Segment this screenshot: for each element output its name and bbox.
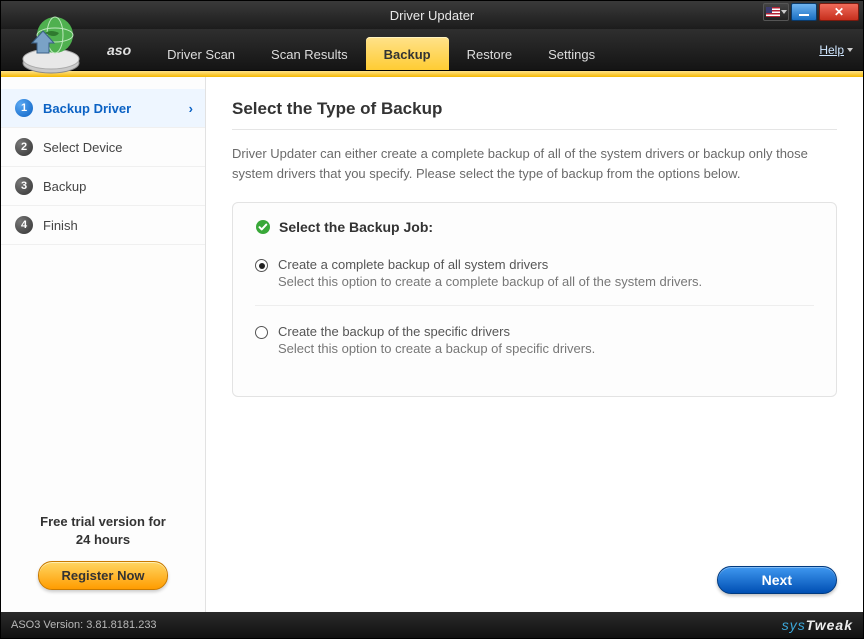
us-flag-icon [766,7,780,17]
radio-complete-backup[interactable] [255,259,268,272]
vendor-sys: sys [782,617,806,633]
trial-text: Free trial version for 24 hours [11,513,195,549]
vendor-tweak: Tweak [806,617,853,633]
help-label: Help [819,43,844,57]
minimize-icon [799,14,809,16]
backup-job-heading: Select the Backup Job: [255,219,814,235]
language-button[interactable] [763,3,789,21]
step-label: Backup Driver [43,101,131,116]
wizard-step-backup-driver[interactable]: 1 Backup Driver [1,89,205,128]
step-label: Select Device [43,140,122,155]
app-window: Driver Updater ✕ [0,0,864,639]
register-now-button[interactable]: Register Now [38,561,167,590]
page-description: Driver Updater can either create a compl… [232,144,837,184]
wizard-steps: 1 Backup Driver 2 Select Device 3 Backup… [1,77,205,245]
tab-backup[interactable]: Backup [366,37,449,70]
radio-specific-backup[interactable] [255,326,268,339]
header: aso Driver Scan Scan Results Backup Rest… [1,29,863,71]
tab-restore[interactable]: Restore [449,37,531,70]
backup-job-panel: Select the Backup Job: Create a complete… [232,202,837,397]
window-title: Driver Updater [390,8,475,23]
option-complete-backup[interactable]: Create a complete backup of all system d… [255,249,814,306]
step-label: Finish [43,218,78,233]
wizard-sidebar: 1 Backup Driver 2 Select Device 3 Backup… [1,77,206,612]
backup-job-heading-label: Select the Backup Job: [279,219,433,235]
tab-settings[interactable]: Settings [530,37,613,70]
wizard-step-backup[interactable]: 3 Backup [1,167,205,206]
main-tabs: Driver Scan Scan Results Backup Restore … [149,29,613,70]
vendor-logo: sysTweak [782,617,853,633]
step-number-badge: 3 [15,177,33,195]
option-specific-backup[interactable]: Create the backup of the specific driver… [255,306,814,372]
step-number-badge: 4 [15,216,33,234]
step-number-badge: 2 [15,138,33,156]
close-button[interactable]: ✕ [819,3,859,21]
brand-label: aso [101,42,141,58]
check-circle-icon [255,219,271,235]
trial-line1: Free trial version for [40,514,166,529]
tab-driver-scan[interactable]: Driver Scan [149,37,253,70]
wizard-step-finish[interactable]: 4 Finish [1,206,205,245]
step-number-badge: 1 [15,99,33,117]
option-title: Create a complete backup of all system d… [278,257,702,272]
titlebar-controls: ✕ [763,3,859,21]
nav-buttons: Next [232,546,837,594]
status-bar: ASO3 Version: 3.81.8181.233 sysTweak [1,612,863,638]
option-subtitle: Select this option to create a backup of… [278,341,595,356]
option-subtitle: Select this option to create a complete … [278,274,702,289]
step-label: Backup [43,179,86,194]
help-menu[interactable]: Help [809,43,863,57]
next-button[interactable]: Next [717,566,837,594]
page-title: Select the Type of Backup [232,99,837,130]
close-icon: ✕ [834,6,844,18]
version-label: ASO3 Version: 3.81.8181.233 [11,619,157,631]
option-title: Create the backup of the specific driver… [278,324,595,339]
titlebar: Driver Updater ✕ [1,1,863,29]
content-pane: Select the Type of Backup Driver Updater… [206,77,863,612]
minimize-button[interactable] [791,3,817,21]
globe-drive-icon [15,13,87,77]
tab-scan-results[interactable]: Scan Results [253,37,366,70]
wizard-step-select-device[interactable]: 2 Select Device [1,128,205,167]
chevron-down-icon [781,10,787,14]
app-logo [1,29,101,70]
trial-box: Free trial version for 24 hours Register… [1,495,205,612]
chevron-down-icon [847,48,853,52]
main-area: 1 Backup Driver 2 Select Device 3 Backup… [1,77,863,612]
trial-line2: 24 hours [76,532,130,547]
